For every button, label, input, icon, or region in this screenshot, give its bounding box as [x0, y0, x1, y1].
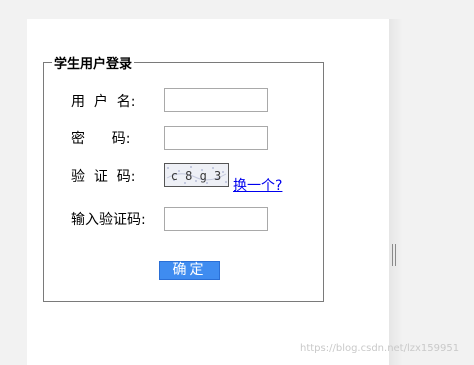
username-input[interactable]	[164, 88, 268, 112]
submit-button[interactable]: 确定	[159, 261, 220, 280]
captcha-label: 验 证 码:	[71, 169, 136, 185]
captcha-input[interactable]	[164, 207, 268, 231]
watermark-text: https://blog.csdn.net/lzx159951	[300, 343, 460, 354]
page-edge-shadow	[389, 19, 403, 365]
password-input[interactable]	[164, 126, 268, 150]
refresh-captcha-link[interactable]: 换一个?	[233, 175, 282, 195]
resize-handle[interactable]	[392, 244, 398, 266]
grip-line-icon	[392, 244, 393, 266]
captcha-image[interactable]: c 8 g 3	[164, 163, 229, 187]
password-label: 密 码:	[71, 131, 131, 147]
captcha-text: c 8 g 3	[171, 169, 222, 183]
grip-line-icon	[395, 244, 396, 266]
captcha-input-label: 输入验证码:	[71, 212, 146, 228]
username-label: 用 户 名:	[71, 94, 136, 110]
login-legend: 学生用户登录	[54, 57, 133, 72]
